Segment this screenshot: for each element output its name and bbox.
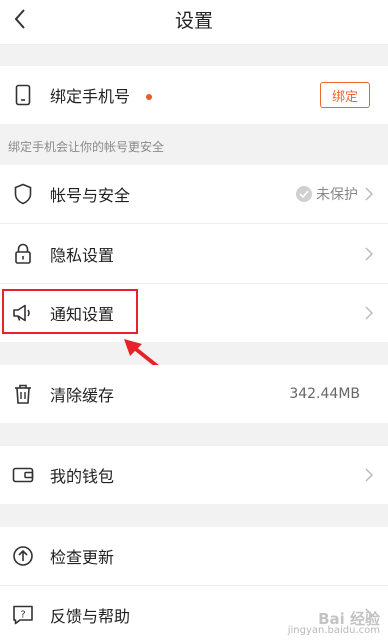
- wallet-icon: [12, 464, 34, 486]
- privacy-settings-label: 隐私设置: [50, 245, 115, 265]
- protection-status: 未保护: [296, 185, 358, 203]
- protection-status-text: 未保护: [316, 187, 358, 203]
- bind-phone-label: 绑定手机号: [50, 87, 131, 106]
- bind-hint-text: 绑定手机会让你的帐号更安全: [8, 140, 165, 154]
- check-icon: [296, 186, 312, 202]
- check-update-label: 检查更新: [50, 548, 115, 567]
- chevron-right-icon: [364, 467, 374, 483]
- highlight-box: [2, 289, 138, 334]
- phone-icon: [12, 84, 34, 106]
- account-security-label: 帐号与安全: [50, 186, 131, 205]
- bind-button[interactable]: 绑定: [320, 82, 370, 108]
- watermark: Bai 经验 jingyan.baidu.com: [287, 610, 380, 637]
- shield-icon: [12, 183, 34, 205]
- check-update-row[interactable]: 检查更新: [0, 527, 388, 585]
- header-bar: 设置: [0, 0, 388, 45]
- trash-icon: [12, 383, 34, 405]
- watermark-url: jingyan.baidu.com: [287, 625, 380, 636]
- cache-size: 342.44MB: [289, 386, 360, 402]
- notification-dot: [146, 94, 152, 100]
- chevron-right-icon: [364, 305, 374, 321]
- wallet-label: 我的钱包: [50, 467, 115, 486]
- page-title: 设置: [174, 10, 213, 32]
- update-icon: [12, 545, 34, 567]
- watermark-brand: Bai 经验: [318, 610, 380, 628]
- chevron-right-icon: [364, 186, 374, 202]
- feedback-help-label: 反馈与帮助: [50, 606, 131, 626]
- chevron-right-icon: [364, 246, 374, 262]
- privacy-settings-row[interactable]: 隐私设置: [0, 224, 388, 283]
- lock-icon: [12, 243, 34, 265]
- svg-text:?: ?: [20, 609, 25, 620]
- clear-cache-label: 清除缓存: [50, 386, 115, 405]
- wallet-row[interactable]: 我的钱包: [0, 446, 388, 504]
- help-icon: ?: [12, 604, 34, 626]
